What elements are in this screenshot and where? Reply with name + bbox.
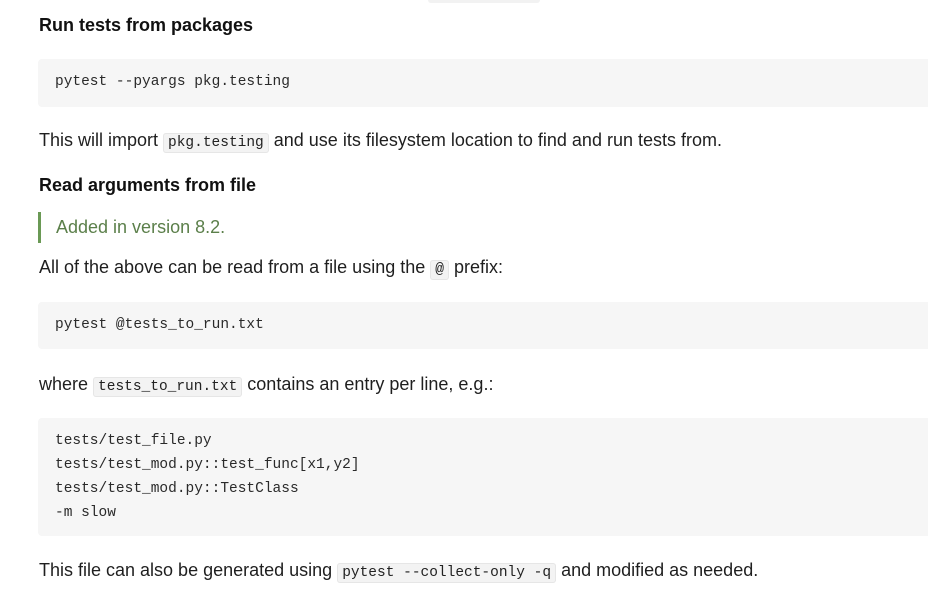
inline-code-at: @ (430, 260, 449, 280)
text: contains an entry per line, e.g.: (247, 374, 494, 394)
text: where (39, 374, 89, 394)
paragraph-entry-per-line: where tests_to_run.txt contains an entry… (39, 374, 494, 397)
text: This will import (39, 130, 159, 150)
code-line: -m slow (55, 505, 116, 521)
code-line: tests/test_mod.py::TestClass (55, 481, 299, 497)
code-line: tests/test_mod.py::test_func[x1,y2] (55, 457, 360, 473)
code-block-file-contents: tests/test_file.py tests/test_mod.py::te… (38, 418, 928, 536)
code-block-at-file: pytest @tests_to_run.txt (38, 302, 928, 349)
version-added-note: Added in version 8.2. (38, 212, 225, 243)
heading-run-tests-from-packages: Run tests from packages (39, 15, 254, 35)
text: and use its filesystem location to find … (273, 130, 722, 150)
paragraph-at-prefix: All of the above can be read from a file… (39, 257, 504, 280)
text: All of the above can be read from a file… (39, 257, 426, 277)
heading-read-arguments-from-file: Read arguments from file (39, 175, 257, 195)
top-tab-edge (428, 0, 540, 3)
inline-code-collect-only: pytest --collect-only -q (337, 563, 557, 583)
code-line: tests/test_file.py (55, 433, 212, 449)
text: This file can also be generated using (39, 560, 333, 580)
code-line: pytest @tests_to_run.txt (55, 317, 264, 333)
paragraph-import-explanation: This will import pkg.testing and use its… (39, 130, 722, 153)
code-block-pyargs: pytest --pyargs pkg.testing (38, 59, 928, 107)
text: prefix: (453, 257, 504, 277)
code-line: pytest --pyargs pkg.testing (55, 74, 290, 90)
inline-code-pkg-testing: pkg.testing (163, 133, 269, 153)
paragraph-generated-using: This file can also be generated using py… (39, 560, 759, 583)
inline-code-tests-to-run: tests_to_run.txt (93, 377, 243, 397)
text: and modified as needed. (561, 560, 759, 580)
